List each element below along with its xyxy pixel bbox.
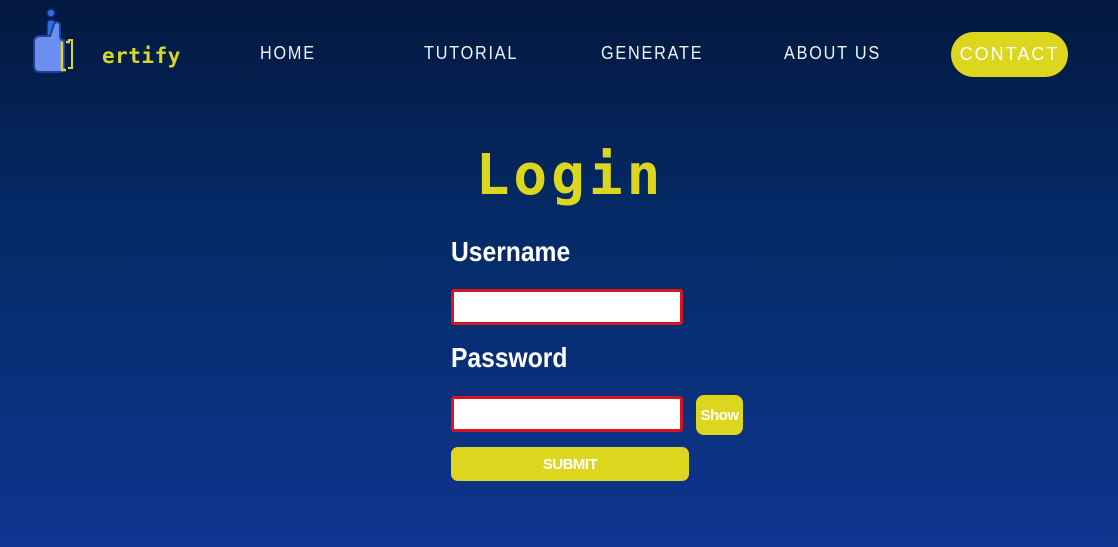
page-title: Login — [475, 143, 665, 208]
top-nav: HOME TUTORIAL GENERATE ABOUT US CONTACT — [0, 32, 1118, 78]
nav-generate[interactable]: GENERATE — [601, 43, 703, 64]
submit-button[interactable]: SUBMIT — [451, 447, 689, 481]
password-input[interactable] — [451, 396, 683, 432]
nav-contact-button[interactable]: CONTACT — [951, 32, 1068, 77]
show-password-button[interactable]: Show — [696, 395, 743, 435]
nav-home[interactable]: HOME — [260, 43, 316, 64]
username-input[interactable] — [451, 289, 683, 325]
password-label: Password — [451, 342, 568, 373]
nav-tutorial[interactable]: TUTORIAL — [424, 43, 518, 64]
username-label: Username — [451, 236, 571, 267]
nav-about-us[interactable]: ABOUT US — [784, 43, 881, 64]
